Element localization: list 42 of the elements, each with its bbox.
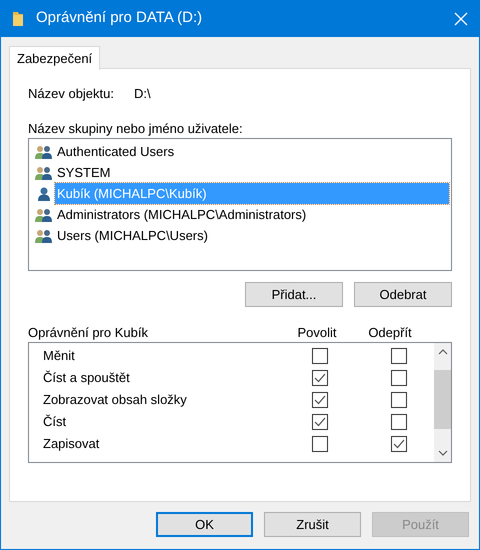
- checkbox[interactable]: [391, 392, 407, 408]
- permission-name: Číst: [42, 413, 68, 432]
- button[interactable]: Odebrat: [354, 282, 452, 307]
- list-item[interactable]: SYSTEM: [55, 162, 449, 183]
- scroll-thumb[interactable]: [434, 370, 451, 429]
- checkbox[interactable]: [312, 392, 328, 408]
- list-item[interactable]: Users (MICHALPC\Users): [55, 225, 449, 246]
- column-header: Odepřít: [367, 324, 413, 342]
- users-icon: [35, 144, 53, 160]
- button[interactable]: OK: [156, 512, 253, 537]
- tab[interactable]: Zabezpečení: [9, 46, 100, 70]
- button[interactable]: Přidat...: [245, 282, 343, 307]
- scroll-down-icon[interactable]: [438, 450, 448, 456]
- permission-name: Měnit: [42, 347, 76, 366]
- folder-icon: [12, 10, 24, 26]
- checkbox[interactable]: [391, 414, 407, 430]
- scrollbar[interactable]: [434, 343, 451, 462]
- user-icon: [35, 186, 53, 202]
- users-icon: [35, 228, 53, 244]
- button[interactable]: Zrušit: [264, 512, 361, 537]
- list-item[interactable]: Administrators (MICHALPC\Administrators): [55, 204, 449, 225]
- users-icon: [35, 206, 53, 222]
- checkbox[interactable]: [391, 436, 407, 452]
- close-icon[interactable]: [454, 12, 468, 26]
- permission-name: Číst a spouštět: [42, 369, 131, 388]
- checkbox[interactable]: [391, 348, 407, 364]
- list-item[interactable]: Authenticated Users: [55, 141, 449, 162]
- checkbox[interactable]: [312, 370, 328, 386]
- users-icon: [35, 164, 53, 180]
- checkbox[interactable]: [312, 414, 328, 430]
- field-label: Název objektu:: [28, 85, 115, 104]
- column-header: Povolit: [296, 324, 338, 342]
- checkbox[interactable]: [312, 436, 328, 452]
- window-title: Oprávnění pro DATA (D:): [36, 8, 202, 28]
- field-value: D:\: [134, 85, 151, 104]
- list-label: Název skupiny nebo jméno uživatele:: [28, 121, 244, 137]
- checkbox[interactable]: [391, 370, 407, 386]
- scroll-up-icon[interactable]: [438, 349, 448, 355]
- permission-name: Zobrazovat obsah složky: [42, 391, 188, 410]
- checkbox[interactable]: [312, 348, 328, 364]
- permissions-label: Oprávnění pro Kubík: [28, 324, 149, 342]
- permission-name: Zapisovat: [42, 435, 100, 454]
